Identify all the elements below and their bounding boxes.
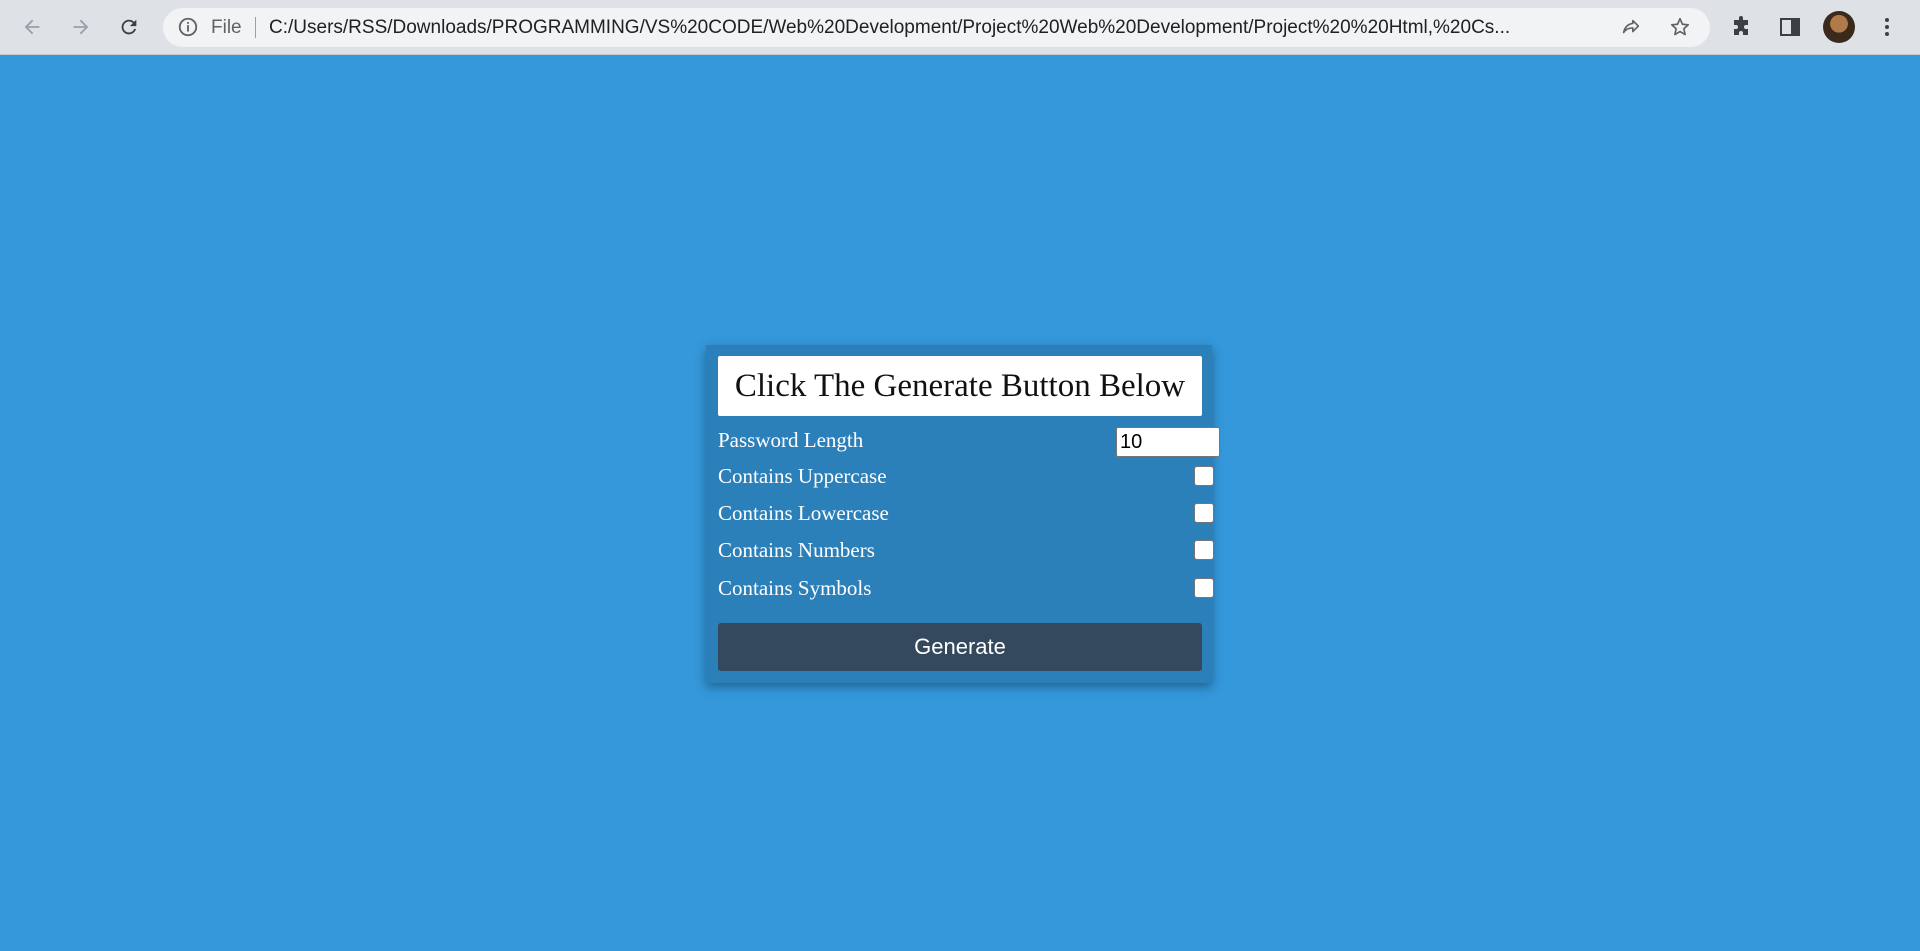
symbols-row: Contains Symbols: [718, 573, 1214, 603]
forward-button[interactable]: [64, 10, 98, 44]
scheme-label: File: [211, 17, 242, 38]
url-text[interactable]: C:/Users/RSS/Downloads/PROGRAMMING/VS%20…: [269, 17, 1599, 39]
result-display: Click The Generate Button Below: [718, 356, 1202, 416]
numbers-row: Contains Numbers: [718, 535, 1214, 565]
reload-button[interactable]: [112, 10, 146, 44]
info-icon[interactable]: [177, 16, 199, 38]
numbers-checkbox[interactable]: [1194, 540, 1214, 560]
password-length-row: Password Length: [718, 425, 1220, 457]
reload-icon: [121, 19, 137, 35]
password-length-input[interactable]: [1116, 427, 1220, 457]
kebab-menu-icon[interactable]: [1875, 15, 1899, 39]
forward-arrow-icon: [73, 19, 89, 35]
password-length-label: Password Length: [718, 428, 864, 452]
numbers-label: Contains Numbers: [718, 538, 875, 562]
side-panel-icon[interactable]: [1778, 15, 1802, 39]
symbols-checkbox[interactable]: [1194, 578, 1214, 598]
star-icon[interactable]: [1669, 16, 1691, 38]
puzzle-extensions-icon[interactable]: [1730, 15, 1754, 39]
lowercase-checkbox[interactable]: [1194, 503, 1214, 523]
address-bar[interactable]: File C:/Users/RSS/Downloads/PROGRAMMING/…: [163, 8, 1710, 47]
generate-button[interactable]: Generate: [718, 623, 1202, 671]
lowercase-row: Contains Lowercase: [718, 498, 1214, 528]
share-icon[interactable]: [1620, 16, 1642, 38]
uppercase-row: Contains Uppercase: [718, 461, 1214, 491]
uppercase-label: Contains Uppercase: [718, 464, 887, 488]
avatar[interactable]: [1823, 11, 1855, 43]
browser-toolbar: File C:/Users/RSS/Downloads/PROGRAMMING/…: [0, 0, 1920, 55]
lowercase-label: Contains Lowercase: [718, 501, 889, 525]
omnibox-divider: [255, 17, 256, 38]
symbols-label: Contains Symbols: [718, 576, 872, 600]
password-generator-card: Click The Generate Button Below Password…: [706, 345, 1220, 683]
uppercase-checkbox[interactable]: [1194, 466, 1214, 486]
back-button[interactable]: [15, 10, 49, 44]
back-arrow-icon: [24, 19, 40, 35]
